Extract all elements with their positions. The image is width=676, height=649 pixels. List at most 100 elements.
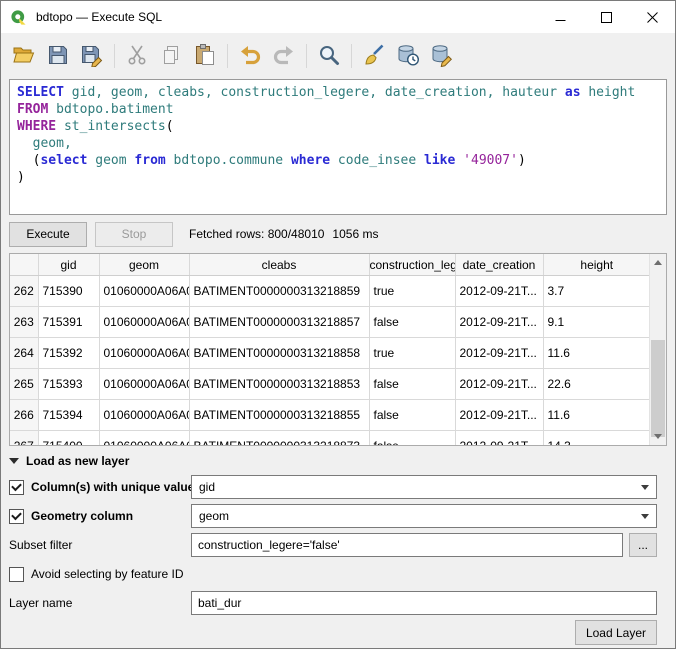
sql-text: SELECT gid, geom, cleabs, construction_l… xyxy=(10,80,666,190)
sql-editor[interactable]: SELECT gid, geom, cleabs, construction_l… xyxy=(9,79,667,215)
save-as-button[interactable] xyxy=(76,40,108,72)
unique-values-combo[interactable]: gid xyxy=(191,475,657,499)
row-number-cell[interactable]: 263 xyxy=(10,307,38,338)
table-cell[interactable]: 2012-09-21T... xyxy=(455,431,543,447)
table-cell[interactable]: true xyxy=(369,276,455,307)
layer-name-input[interactable] xyxy=(191,591,657,615)
table-cell[interactable]: 01060000A06A0... xyxy=(99,431,189,447)
table-cell[interactable]: 2012-09-21T... xyxy=(455,400,543,431)
table-cell[interactable]: false xyxy=(369,369,455,400)
redo-button[interactable] xyxy=(268,40,300,72)
table-cell[interactable]: BATIMENT0000000313218873 xyxy=(189,431,369,447)
paste-button[interactable] xyxy=(189,40,221,72)
save-button[interactable] xyxy=(42,40,74,72)
table-cell[interactable]: 715390 xyxy=(38,276,99,307)
open-file-button[interactable] xyxy=(8,40,40,72)
undo-button[interactable] xyxy=(234,40,266,72)
column-header-date_creation[interactable]: date_creation xyxy=(455,254,543,276)
load-panel-title: Load as new layer xyxy=(26,454,129,468)
copy-button[interactable] xyxy=(155,40,187,72)
load-layer-button-row: Load Layer xyxy=(9,620,657,645)
find-button[interactable] xyxy=(313,40,345,72)
table-vertical-scrollbar[interactable] xyxy=(649,254,666,445)
table-cell[interactable]: 9.1 xyxy=(543,307,651,338)
load-layer-button[interactable]: Load Layer xyxy=(575,620,657,645)
table-cell[interactable]: BATIMENT0000000313218859 xyxy=(189,276,369,307)
table-cell[interactable]: 22.6 xyxy=(543,369,651,400)
table-cell[interactable]: BATIMENT0000000313218858 xyxy=(189,338,369,369)
table-cell[interactable]: BATIMENT0000000313218855 xyxy=(189,400,369,431)
table-cell[interactable]: 14.3 xyxy=(543,431,651,447)
subset-filter-input[interactable] xyxy=(191,533,623,557)
row-number-cell[interactable]: 267 xyxy=(10,431,38,447)
table-body: 26271539001060000A06A0...BATIMENT0000000… xyxy=(10,276,651,447)
row-number-cell[interactable]: 262 xyxy=(10,276,38,307)
table-cell[interactable]: 715400 xyxy=(38,431,99,447)
column-header-construction_legere[interactable]: construction_legere xyxy=(369,254,455,276)
minimize-button[interactable] xyxy=(537,1,583,33)
table-cell[interactable]: 2012-09-21T... xyxy=(455,307,543,338)
table-cell[interactable]: BATIMENT0000000313218857 xyxy=(189,307,369,338)
column-header-gid[interactable]: gid xyxy=(38,254,99,276)
scroll-down-arrow-icon[interactable] xyxy=(650,428,666,445)
row-number-cell[interactable]: 266 xyxy=(10,400,38,431)
table-cell[interactable]: 2012-09-21T... xyxy=(455,276,543,307)
execute-button[interactable]: Execute xyxy=(9,222,87,247)
table-cell[interactable]: 715394 xyxy=(38,400,99,431)
row-number-cell[interactable]: 264 xyxy=(10,338,38,369)
scroll-up-arrow-icon[interactable] xyxy=(650,254,666,271)
column-header-cleabs[interactable]: cleabs xyxy=(189,254,369,276)
table-row[interactable]: 26471539201060000A06A0...BATIMENT0000000… xyxy=(10,338,651,369)
close-button[interactable] xyxy=(629,1,675,33)
table-cell[interactable]: 2012-09-21T... xyxy=(455,369,543,400)
geometry-column-checkbox[interactable] xyxy=(9,509,24,524)
column-header-height[interactable]: height xyxy=(543,254,651,276)
table-row[interactable]: 26771540001060000A06A0...BATIMENT0000000… xyxy=(10,431,651,447)
clear-button[interactable] xyxy=(358,40,390,72)
fetched-rows-status: Fetched rows: 800/48010 xyxy=(189,227,324,241)
scrollbar-thumb[interactable] xyxy=(651,340,665,437)
stop-button[interactable]: Stop xyxy=(95,222,173,247)
table-cell[interactable]: 01060000A06A0... xyxy=(99,338,189,369)
cut-button[interactable] xyxy=(121,40,153,72)
table-row[interactable]: 26671539401060000A06A0...BATIMENT0000000… xyxy=(10,400,651,431)
table-cell[interactable]: false xyxy=(369,400,455,431)
table-row[interactable]: 26271539001060000A06A0...BATIMENT0000000… xyxy=(10,276,651,307)
table-cell[interactable]: 3.7 xyxy=(543,276,651,307)
results-table: gidgeomcleabsconstruction_legeredate_cre… xyxy=(10,254,651,446)
table-cell[interactable]: 01060000A06A0... xyxy=(99,276,189,307)
chevron-down-icon xyxy=(641,485,649,490)
table-cell[interactable]: 01060000A06A0... xyxy=(99,307,189,338)
column-header-geom[interactable]: geom xyxy=(99,254,189,276)
toolbar-separator xyxy=(306,44,307,68)
geometry-column-row: Geometry column geom xyxy=(9,504,657,528)
table-cell[interactable]: 715393 xyxy=(38,369,99,400)
unique-values-checkbox[interactable] xyxy=(9,480,24,495)
copy-icon xyxy=(159,43,183,70)
table-cell[interactable]: BATIMENT0000000313218853 xyxy=(189,369,369,400)
geometry-column-combo[interactable]: geom xyxy=(191,504,657,528)
table-row[interactable]: 26571539301060000A06A0...BATIMENT0000000… xyxy=(10,369,651,400)
table-cell[interactable]: false xyxy=(369,307,455,338)
toolbar-separator xyxy=(114,44,115,68)
browse-button[interactable]: ... xyxy=(629,533,657,557)
table-cell[interactable]: 2012-09-21T... xyxy=(455,338,543,369)
table-cell[interactable]: true xyxy=(369,338,455,369)
table-cell[interactable]: 11.6 xyxy=(543,338,651,369)
table-cell[interactable]: 01060000A06A0... xyxy=(99,400,189,431)
load-panel-header[interactable]: Load as new layer xyxy=(9,451,657,471)
avoid-feature-id-checkbox[interactable] xyxy=(9,567,24,582)
create-view-button[interactable] xyxy=(426,40,458,72)
table-cell[interactable]: 11.6 xyxy=(543,400,651,431)
table-cell[interactable]: 715392 xyxy=(38,338,99,369)
table-cell[interactable]: 715391 xyxy=(38,307,99,338)
table-row[interactable]: 26371539101060000A06A0...BATIMENT0000000… xyxy=(10,307,651,338)
table-cell[interactable]: false xyxy=(369,431,455,447)
window-controls xyxy=(537,1,675,33)
row-number-cell[interactable]: 265 xyxy=(10,369,38,400)
query-history-button[interactable] xyxy=(392,40,424,72)
chevron-down-icon xyxy=(641,514,649,519)
maximize-button[interactable] xyxy=(583,1,629,33)
table-cell[interactable]: 01060000A06A0... xyxy=(99,369,189,400)
layer-name-row: Layer name xyxy=(9,591,657,615)
